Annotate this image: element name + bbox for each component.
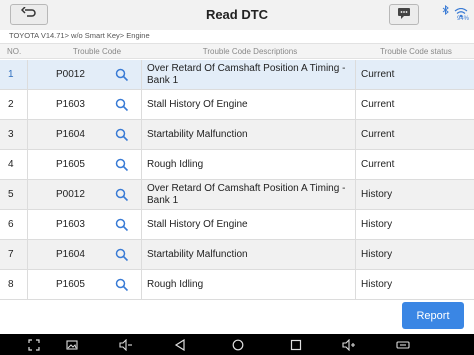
trouble-description: Over Retard Of Camshaft Position A Timin…	[147, 62, 346, 87]
row-number: 1	[8, 69, 14, 80]
row-number: 8	[8, 279, 14, 290]
screenshot-icon[interactable]	[26, 337, 42, 353]
trouble-code: P0012	[56, 69, 85, 80]
trouble-code: P1603	[56, 219, 85, 230]
dtc-table: 1 P0012 Over Retard Of Camshaft Position…	[0, 60, 474, 300]
chat-button[interactable]	[389, 4, 419, 25]
trouble-status: History	[361, 249, 393, 260]
trouble-description: Startability Malfunction	[147, 248, 248, 260]
back-icon[interactable]	[172, 337, 188, 353]
trouble-code: P1605	[56, 159, 85, 170]
search-icon[interactable]	[115, 158, 129, 172]
search-icon[interactable]	[115, 278, 129, 292]
table-row[interactable]: 7 P1604 Startability Malfunction History	[0, 240, 474, 270]
trouble-status: Current	[361, 159, 395, 170]
table-row[interactable]: 8 P1605 Rough Idling History	[0, 270, 474, 300]
trouble-status: History	[361, 219, 393, 230]
battery-level: 94%	[457, 16, 470, 22]
trouble-code: P1604	[56, 249, 85, 260]
status-area: 94%	[440, 3, 472, 27]
table-row[interactable]: 6 P1603 Stall History Of Engine History	[0, 210, 474, 240]
vci-icon[interactable]	[395, 337, 411, 353]
trouble-description: Stall History Of Engine	[147, 218, 248, 230]
row-number: 6	[8, 219, 14, 230]
table-row[interactable]: 3 P1604 Startability Malfunction Current	[0, 120, 474, 150]
breadcrumb: TOYOTA V14.71> w/o Smart Key> Engine	[0, 30, 474, 42]
row-number: 5	[8, 189, 14, 200]
search-icon[interactable]	[115, 68, 129, 82]
volume-up-icon[interactable]	[341, 337, 357, 353]
home-icon[interactable]	[230, 337, 246, 353]
trouble-description: Startability Malfunction	[147, 128, 248, 140]
trouble-code: P1603	[56, 99, 85, 110]
search-icon[interactable]	[115, 248, 129, 262]
column-header-code: Trouble Code	[72, 47, 122, 56]
chat-icon	[397, 6, 411, 24]
search-icon[interactable]	[115, 98, 129, 112]
trouble-status: Current	[361, 99, 395, 110]
row-number: 3	[8, 129, 14, 140]
search-icon[interactable]	[115, 188, 129, 202]
volume-down-icon[interactable]	[118, 337, 134, 353]
table-row[interactable]: 2 P1603 Stall History Of Engine Current	[0, 90, 474, 120]
trouble-code: P1604	[56, 129, 85, 140]
image-icon[interactable]	[64, 337, 80, 353]
search-icon[interactable]	[115, 128, 129, 142]
search-icon[interactable]	[115, 218, 129, 232]
column-header-description: Trouble Code Descriptions	[202, 47, 298, 56]
trouble-status: History	[361, 279, 393, 290]
table-row[interactable]: 5 P0012 Over Retard Of Camshaft Position…	[0, 180, 474, 210]
row-number: 7	[8, 249, 14, 260]
recent-apps-icon[interactable]	[288, 337, 304, 353]
column-header-no: NO.	[7, 47, 22, 56]
trouble-code: P1605	[56, 279, 85, 290]
trouble-description: Rough Idling	[147, 158, 204, 170]
trouble-status: Current	[361, 69, 395, 80]
trouble-description: Over Retard Of Camshaft Position A Timin…	[147, 182, 346, 207]
table-row[interactable]: 4 P1605 Rough Idling Current	[0, 150, 474, 180]
column-header-status: Trouble Code status	[380, 47, 452, 56]
row-number: 2	[8, 99, 14, 110]
trouble-status: History	[361, 189, 393, 200]
bluetooth-icon	[442, 4, 449, 17]
table-header: NO. Trouble Code Trouble Code Descriptio…	[0, 43, 474, 59]
top-bar: Read DTC 94%	[0, 0, 474, 30]
trouble-status: Current	[361, 129, 395, 140]
trouble-code: P0012	[56, 189, 85, 200]
navigation-bar	[0, 334, 474, 355]
trouble-description: Stall History Of Engine	[147, 98, 248, 110]
report-button[interactable]: Report	[402, 302, 464, 329]
table-row[interactable]: 1 P0012 Over Retard Of Camshaft Position…	[0, 60, 474, 90]
trouble-description: Rough Idling	[147, 278, 204, 290]
row-number: 4	[8, 159, 14, 170]
